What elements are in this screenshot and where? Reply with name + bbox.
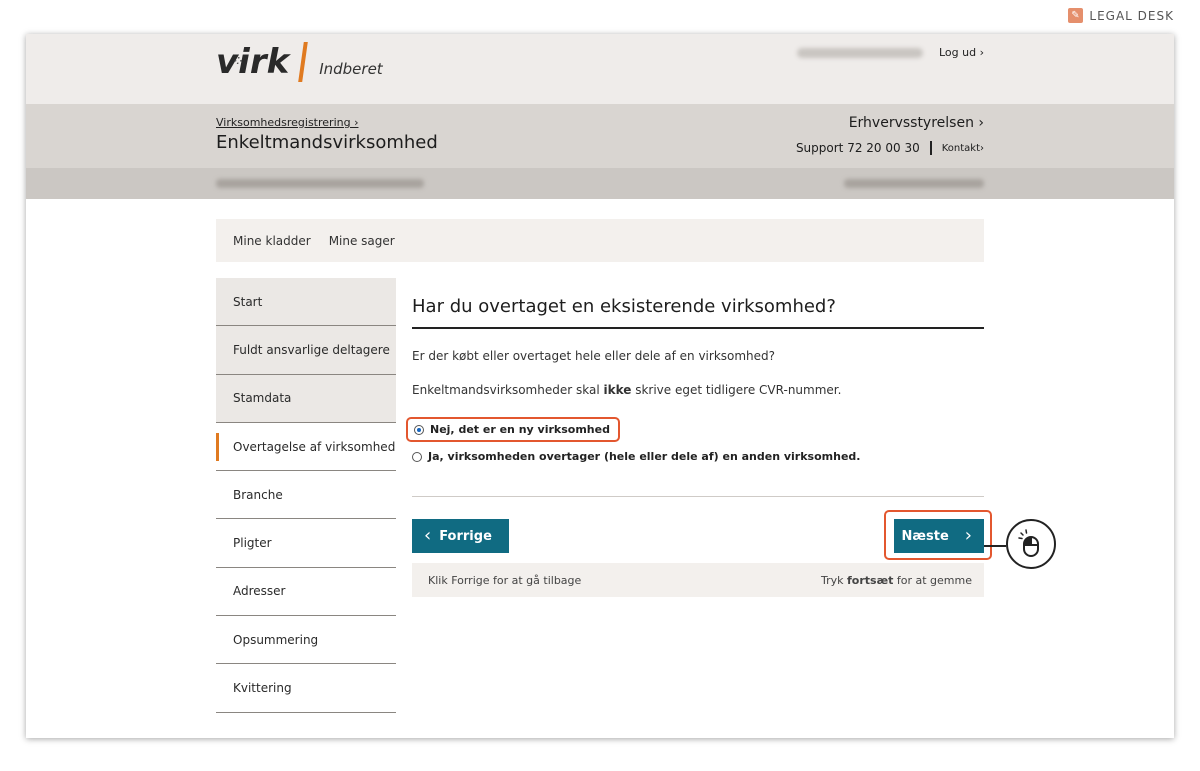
tabs-bar: Mine kladder Mine sager [216,219,984,262]
next-label: Næste [901,528,949,544]
step-sidebar: Start Fuldt ansvarlige deltagere Stamdat… [216,278,396,713]
sidebar-item-branche[interactable]: Branche [216,471,396,520]
page-title: Enkeltmandsvirksomhed [216,132,438,153]
chevron-left-icon: ‹ [424,525,432,546]
radio-option-yes[interactable]: Ja, virksomheden overtager (hele eller d… [412,450,984,463]
contact-link[interactable]: Kontakt› [942,143,984,154]
page-header: Virksomhedsregistrering › Enkeltmandsvir… [26,104,1174,168]
sidebar-item-deltagere[interactable]: Fuldt ansvarlige deltagere [216,326,396,375]
sidebar-item-adresser[interactable]: Adresser [216,567,396,617]
sidebar-item-start[interactable]: Start [216,278,396,327]
company-info-bar [26,168,1174,199]
virk-wordmark: ⁘ virk [216,42,290,82]
logo-divider [298,42,309,82]
blurred-company-id [844,179,984,188]
support-separator [929,141,932,155]
hint-bar: Klik Forrige for at gå tilbage Tryk fort… [412,563,984,597]
hint-left: Klik Forrige for at gå tilbage [428,573,582,587]
previous-button[interactable]: ‹ Forrige [412,519,509,553]
next-button[interactable]: Næste › [894,519,984,553]
main-content: Har du overtaget en eksisterende virksom… [406,278,992,597]
org-link[interactable]: Erhvervsstyrelsen › [849,115,984,131]
blurred-company-name [216,179,424,188]
question-text: Er der købt eller overtaget hele eller d… [412,349,776,363]
mouse-click-icon [1006,519,1056,569]
sidebar-item-opsummering[interactable]: Opsummering [216,616,396,665]
logout-link[interactable]: Log ud › [939,46,984,59]
tab-mine-kladder[interactable]: Mine kladder [233,234,311,248]
radio-button-yes[interactable] [412,451,422,462]
legal-desk-logo-icon: ✎ [1068,8,1084,23]
radio-option-no[interactable]: Nej, det er en ny virksomhed [406,417,620,442]
virk-logo[interactable]: ⁘ virk Indberet [216,42,383,82]
top-bar: ⁘ virk Indberet Log ud › [26,34,1174,104]
crown-icon: ⁘ [234,56,244,67]
radio-button-no[interactable] [414,424,424,435]
legal-desk-label: LEGAL DESK [1089,8,1174,23]
user-area: Log ud › [797,46,984,59]
sidebar-item-stamdata[interactable]: Stamdata [216,374,396,423]
divider [412,496,984,497]
section-heading: Har du overtaget en eksisterende virksom… [412,296,984,329]
click-indicator-line [984,545,1006,547]
hint-right: Tryk fortsæt for at gemme [821,573,972,587]
radio-label-no: Nej, det er en ny virksomhed [430,423,610,436]
previous-label: Forrige [439,528,492,544]
sidebar-item-kvittering[interactable]: Kvittering [216,664,396,713]
logo-subtitle: Indberet [319,60,383,78]
button-row: ‹ Forrige Næste › [412,510,992,560]
radio-label-yes: Ja, virksomheden overtager (hele eller d… [428,450,861,463]
sidebar-item-overtagelse[interactable]: Overtagelse af virksomhed [216,422,396,472]
browser-viewport: ⁘ virk Indberet Log ud › Virksomhedsregi… [26,34,1174,738]
support-phone: Support 72 20 00 30 [795,141,920,155]
blurred-user-name [797,47,923,58]
chevron-right-icon: › [964,525,972,546]
support-info: Support 72 20 00 30 Kontakt› [796,141,984,155]
legal-desk-watermark: ✎ LEGAL DESK [1068,8,1174,23]
breadcrumb[interactable]: Virksomhedsregistrering › [216,116,358,129]
tab-mine-sager[interactable]: Mine sager [329,234,395,248]
sidebar-item-pligter[interactable]: Pligter [216,519,396,568]
cvr-note: Enkeltmandsvirksomheder skal ikke skrive… [412,383,842,397]
